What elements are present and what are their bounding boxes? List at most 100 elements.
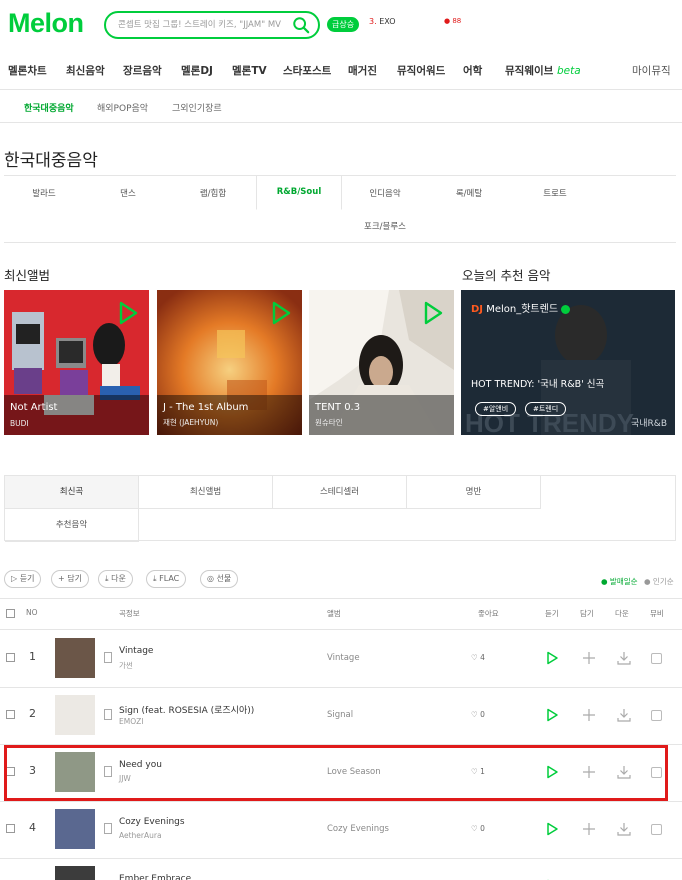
search-box[interactable]: 콘셉트 맛집 그룹! 스트레이 키즈, "JJAM" MV xyxy=(104,11,320,39)
song-album[interactable]: Cozy Evenings xyxy=(327,824,389,834)
dj-tag-trendy[interactable]: #트렌디 xyxy=(525,402,567,416)
album-artist[interactable]: 원슈타인 xyxy=(315,417,343,428)
nav-language[interactable]: 어학 xyxy=(463,63,482,78)
nav-tv[interactable]: 멜론TV xyxy=(232,63,267,78)
album-thumbnail[interactable] xyxy=(55,866,95,880)
subnav-kpop[interactable]: 한국대중음악 xyxy=(24,101,74,114)
card-shade xyxy=(309,395,454,435)
row-checkbox[interactable] xyxy=(6,653,15,662)
album-thumbnail[interactable] xyxy=(55,638,95,678)
album-title[interactable]: J - The 1st Album xyxy=(163,402,248,413)
play-icon[interactable] xyxy=(545,651,559,665)
dj-tag-rnb[interactable]: #알앤비 xyxy=(475,402,517,416)
like-button[interactable]: ♡ 0 xyxy=(471,824,485,833)
play-icon[interactable] xyxy=(267,300,293,326)
flac-button-label: FLAC xyxy=(159,574,180,583)
nav-magazine[interactable]: 매거진 xyxy=(348,63,377,78)
download-icon[interactable] xyxy=(617,651,631,665)
play-icon[interactable] xyxy=(545,822,559,836)
play-icon[interactable] xyxy=(545,708,559,722)
add-icon[interactable] xyxy=(582,822,596,836)
row-checkbox[interactable] xyxy=(6,710,15,719)
genre-tab-ballad[interactable]: 발라드 xyxy=(4,187,84,199)
song-title[interactable]: Ember Embrace xyxy=(119,874,191,880)
sort-by-date[interactable]: ● 발매일순 xyxy=(601,576,638,587)
nav-musicwave[interactable]: 뮤직웨이브 beta xyxy=(505,63,581,78)
gift-button[interactable]: ◎ 선물 xyxy=(200,570,239,588)
genre-tab-rnb[interactable]: R&B/Soul xyxy=(256,175,342,210)
genre-tab-folk[interactable]: 포크/블루스 xyxy=(345,220,425,232)
verified-icon xyxy=(561,304,571,314)
album-thumbnail[interactable] xyxy=(55,809,95,849)
tab-classic-albums[interactable]: 명반 xyxy=(407,476,541,509)
mv-icon[interactable] xyxy=(651,824,662,835)
album-card[interactable]: TENT 0.3 원슈타인 xyxy=(309,290,454,435)
search-icon[interactable] xyxy=(292,16,310,34)
row-number: 4 xyxy=(29,821,36,834)
album-artist[interactable]: BUDI xyxy=(10,419,29,428)
song-album[interactable]: Signal xyxy=(327,710,353,720)
tab-latest-songs[interactable]: 최신곡 xyxy=(5,476,139,509)
section-new-albums: 최신앨범 xyxy=(4,268,51,283)
song-title[interactable]: Sign (feat. ROSESIA (로즈시아)) xyxy=(119,703,254,716)
song-album[interactable]: Vintage xyxy=(327,653,360,663)
album-thumbnail[interactable] xyxy=(55,695,95,735)
album-card[interactable]: J - The 1st Album 재현 (JAEHYUN) xyxy=(157,290,302,435)
subnav-pop[interactable]: 해외POP음악 xyxy=(97,101,148,114)
trending-keyword[interactable]: 3. EXO xyxy=(369,17,396,26)
genre-tab-indie[interactable]: 인디음악 xyxy=(345,187,425,199)
play-button[interactable]: ▷ 듣기 xyxy=(4,570,42,588)
dj-corner-label: 국내R&B xyxy=(630,419,667,429)
nav-latest[interactable]: 최신음악 xyxy=(66,63,105,78)
mv-icon[interactable] xyxy=(651,710,662,721)
nav-mymusic[interactable]: 마이뮤직 xyxy=(632,63,671,78)
song-info-icon[interactable] xyxy=(104,823,112,834)
dj-playlist-title[interactable]: HOT TRENDY: '국내 R&B' 신곡 xyxy=(471,376,604,390)
song-artist[interactable]: EMOZI xyxy=(119,717,143,726)
song-info-icon[interactable] xyxy=(104,709,112,720)
add-button[interactable]: + 담기 xyxy=(51,570,89,588)
dj-playlist-card[interactable]: HOT TRENDY DJ Melon_핫트렌드 HOT TRENDY: '국내… xyxy=(461,290,675,435)
song-title[interactable]: Cozy Evenings xyxy=(119,817,185,827)
mv-icon[interactable] xyxy=(651,653,662,664)
select-all-checkbox[interactable] xyxy=(6,609,15,618)
melon-logo[interactable]: Melon xyxy=(8,8,84,39)
play-icon[interactable] xyxy=(419,300,445,326)
song-info-icon[interactable] xyxy=(104,652,112,663)
add-icon[interactable] xyxy=(582,708,596,722)
download-icon[interactable] xyxy=(617,822,631,836)
play-icon[interactable] xyxy=(114,300,140,326)
flac-button[interactable]: ⤓ FLAC xyxy=(146,570,187,588)
album-title[interactable]: TENT 0.3 xyxy=(315,402,360,413)
search-input[interactable]: 콘셉트 맛집 그룹! 스트레이 키즈, "JJAM" MV xyxy=(118,18,284,30)
tab-latest-albums[interactable]: 최신앨범 xyxy=(139,476,273,509)
nav-dj[interactable]: 멜론DJ xyxy=(181,63,213,78)
genre-tab-hiphop[interactable]: 랩/힙합 xyxy=(173,187,253,199)
tab-recommended[interactable]: 추천음악 xyxy=(5,509,139,542)
download-button[interactable]: ⤓ 다운 xyxy=(98,570,133,588)
album-card[interactable]: Not Artist BUDI xyxy=(4,290,149,435)
genre-tab-dance[interactable]: 댄스 xyxy=(88,187,168,199)
nav-genre[interactable]: 장르음악 xyxy=(123,63,162,78)
tab-steady-seller[interactable]: 스테디셀러 xyxy=(273,476,407,509)
nav-starpost[interactable]: 스타포스트 xyxy=(283,63,331,78)
subnav-other[interactable]: 그외인기장르 xyxy=(172,101,222,114)
like-button[interactable]: ♡ 4 xyxy=(471,653,485,662)
add-icon[interactable] xyxy=(582,651,596,665)
dj-label[interactable]: DJ Melon_핫트렌드 xyxy=(471,300,571,315)
genre-tab-rock[interactable]: 록/메탈 xyxy=(429,187,509,199)
song-title[interactable]: Vintage xyxy=(119,646,153,656)
song-artist[interactable]: AetherAura xyxy=(119,831,162,840)
genre-tab-trot[interactable]: 트로트 xyxy=(515,187,595,199)
nav-chart[interactable]: 멜론차트 xyxy=(8,63,47,78)
sort-by-popularity[interactable]: ● 인기순 xyxy=(644,576,674,587)
like-count: 0 xyxy=(480,824,485,833)
album-title[interactable]: Not Artist xyxy=(10,402,57,413)
row-checkbox[interactable] xyxy=(6,824,15,833)
album-artist[interactable]: 재현 (JAEHYUN) xyxy=(163,417,218,428)
nav-award[interactable]: 뮤직어워드 xyxy=(397,63,445,78)
download-icon[interactable] xyxy=(617,708,631,722)
song-artist[interactable]: 가썬 xyxy=(119,660,133,671)
dj-name: Melon_핫트렌드 xyxy=(486,304,559,315)
like-button[interactable]: ♡ 0 xyxy=(471,710,485,719)
